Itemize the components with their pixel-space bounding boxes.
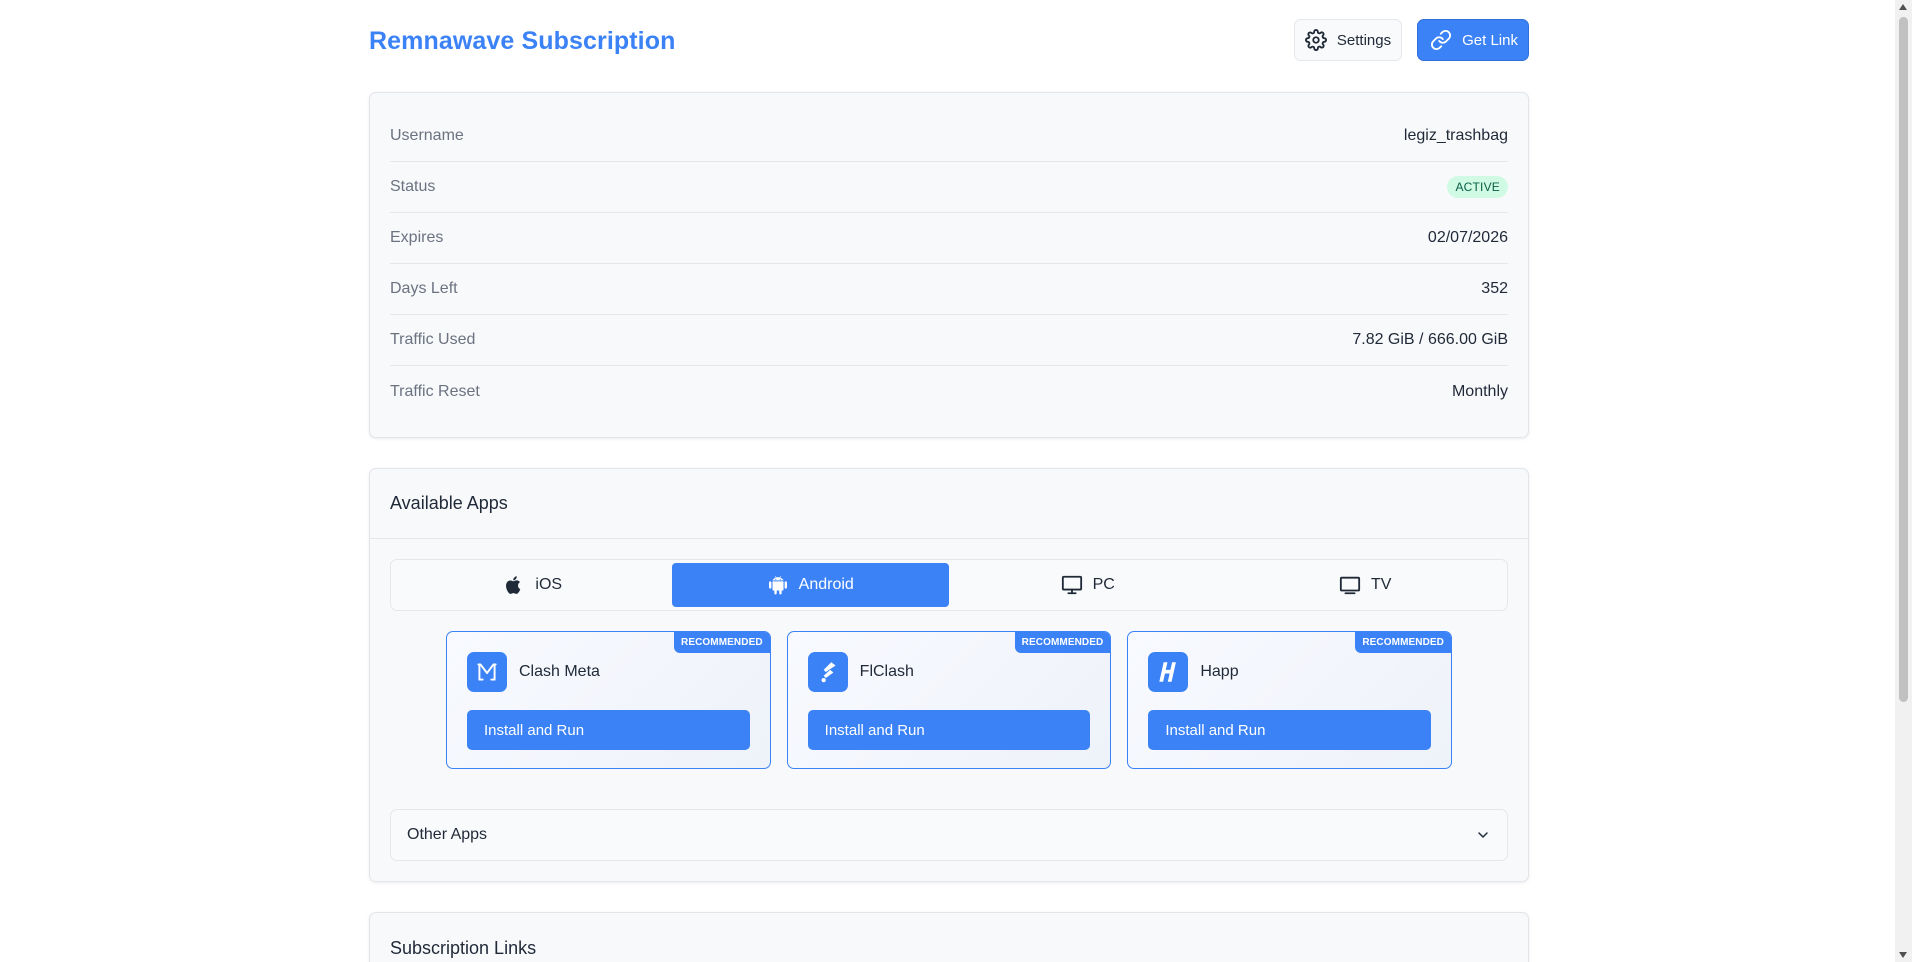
days-left-value: 352 bbox=[1481, 280, 1508, 297]
android-icon bbox=[767, 574, 789, 596]
info-row-status: Status ACTIVE bbox=[390, 162, 1508, 213]
app-name: Happ bbox=[1200, 663, 1239, 680]
expires-value: 02/07/2026 bbox=[1427, 229, 1508, 246]
app-card-happ: RECOMMENDED Happ Install and Run bbox=[1127, 631, 1453, 769]
available-apps-card: Available Apps iOS Android PC TV RECOMME… bbox=[369, 468, 1529, 882]
app-card-clash-meta: RECOMMENDED Clash Meta Install and Run bbox=[446, 631, 771, 769]
status-badge: ACTIVE bbox=[1447, 176, 1508, 198]
info-row-expires: Expires 02/07/2026 bbox=[390, 213, 1508, 264]
platform-tabs: iOS Android PC TV bbox=[390, 559, 1508, 611]
app-grid: RECOMMENDED Clash Meta Install and Run R… bbox=[370, 631, 1528, 769]
recommended-badge: RECOMMENDED bbox=[674, 632, 770, 653]
tab-label: PC bbox=[1092, 576, 1115, 593]
tab-label: Android bbox=[798, 576, 854, 593]
info-label: Expires bbox=[390, 229, 444, 246]
get-link-label: Get Link bbox=[1462, 31, 1518, 49]
tab-ios[interactable]: iOS bbox=[394, 563, 672, 607]
other-apps-label: Other Apps bbox=[407, 826, 488, 843]
tab-label: iOS bbox=[535, 576, 563, 593]
app-name: FlClash bbox=[859, 663, 914, 680]
info-label: Traffic Used bbox=[390, 331, 476, 348]
install-run-button[interactable]: Install and Run bbox=[807, 710, 1091, 750]
recommended-badge: RECOMMENDED bbox=[1014, 632, 1111, 653]
flclash-icon bbox=[807, 652, 848, 692]
scroll-thumb[interactable] bbox=[1899, 17, 1908, 702]
traffic-reset-value: Monthly bbox=[1451, 382, 1508, 400]
username-value: legiz_trashbag bbox=[1403, 127, 1508, 144]
tab-label: TV bbox=[1371, 576, 1392, 593]
get-link-button[interactable]: Get Link bbox=[1417, 19, 1529, 61]
tv-icon bbox=[1339, 574, 1361, 596]
tab-android[interactable]: Android bbox=[671, 563, 949, 607]
subscription-links-title: Subscription Links bbox=[390, 937, 537, 958]
chevron-down-icon bbox=[1475, 827, 1491, 843]
traffic-used-value: 7.82 GiB / 666.00 GiB bbox=[1352, 331, 1508, 348]
info-row-traffic-reset: Traffic Reset Monthly bbox=[390, 366, 1508, 417]
other-apps-accordion[interactable]: Other Apps bbox=[390, 809, 1508, 861]
apple-icon bbox=[503, 574, 525, 596]
subscription-links-card: Subscription Links bbox=[369, 912, 1529, 962]
settings-button[interactable]: Settings bbox=[1293, 19, 1403, 61]
app-name: Clash Meta bbox=[519, 663, 600, 680]
scroll-down-arrow[interactable] bbox=[1899, 952, 1907, 958]
tab-tv[interactable]: TV bbox=[1227, 563, 1505, 607]
recommended-badge: RECOMMENDED bbox=[1355, 632, 1452, 653]
top-actions: Settings Get Link bbox=[1293, 19, 1529, 61]
scroll-up-arrow[interactable] bbox=[1899, 4, 1907, 10]
app-head: Happ bbox=[1148, 652, 1431, 692]
available-apps-title: Available Apps bbox=[370, 469, 1528, 539]
info-label: Traffic Reset bbox=[390, 382, 480, 400]
app-head: FlClash bbox=[807, 652, 1091, 692]
top-bar: Remnawave Subscription Settings Get Link bbox=[369, 0, 1529, 84]
info-row-username: Username legiz_trashbag bbox=[390, 111, 1508, 162]
link-icon bbox=[1430, 29, 1452, 51]
install-run-button[interactable]: Install and Run bbox=[467, 710, 750, 750]
app-card-flclash: RECOMMENDED FlClash Install and Run bbox=[786, 631, 1112, 769]
vertical-scrollbar[interactable] bbox=[1895, 0, 1912, 962]
happ-icon bbox=[1148, 652, 1189, 692]
info-label: Status bbox=[390, 178, 436, 195]
monitor-icon bbox=[1061, 574, 1083, 596]
subscription-info-card: Username legiz_trashbag Status ACTIVE Ex… bbox=[369, 92, 1529, 438]
info-row-traffic-used: Traffic Used 7.82 GiB / 666.00 GiB bbox=[390, 315, 1508, 366]
page-title: Remnawave Subscription bbox=[369, 26, 676, 55]
install-run-button[interactable]: Install and Run bbox=[1148, 710, 1432, 750]
gear-icon bbox=[1304, 29, 1327, 51]
tab-pc[interactable]: PC bbox=[949, 563, 1227, 607]
info-label: Days Left bbox=[390, 280, 458, 297]
page-container: Remnawave Subscription Settings Get Link… bbox=[369, 0, 1529, 962]
info-label: Username bbox=[390, 127, 464, 144]
info-row-days-left: Days Left 352 bbox=[390, 264, 1508, 315]
app-head: Clash Meta bbox=[467, 652, 750, 692]
settings-label: Settings bbox=[1336, 31, 1392, 49]
clash-meta-icon bbox=[467, 652, 507, 692]
